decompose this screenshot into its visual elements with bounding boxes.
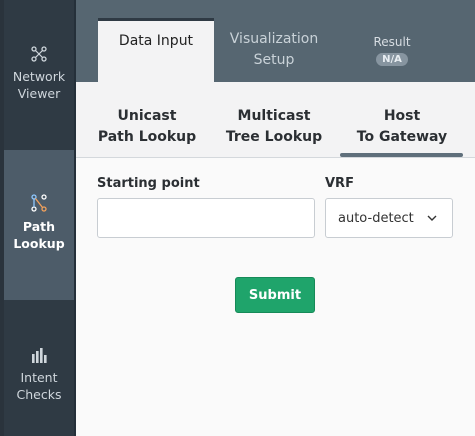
tab-data-input-label: Data Input — [118, 33, 194, 49]
bar-chart-icon — [32, 348, 47, 363]
nav-item-network-viewer[interactable]: Network Viewer — [4, 0, 74, 150]
lookup-type-tabs: Unicast Path Lookup Multicast Tree Looku… — [76, 82, 475, 158]
tab-visualization-setup[interactable]: Visualization Setup — [216, 18, 332, 82]
path-lookup-icon — [31, 194, 47, 212]
network-icon — [31, 46, 47, 62]
nav-label-network: Network — [12, 69, 66, 84]
nav-label-checks: Checks — [16, 387, 62, 402]
nav-label-viewer: Viewer — [17, 86, 61, 101]
tab-result-label: Result — [373, 35, 411, 49]
tab-visualization-label-1: Visualization — [229, 31, 319, 47]
starting-point-label: Starting point — [97, 176, 200, 191]
subtab-unicast-line2: Path Lookup — [97, 129, 197, 145]
nav-item-intent-checks[interactable]: Intent Checks — [4, 300, 74, 436]
vrf-label: VRF — [325, 176, 354, 191]
chevron-down-icon — [427, 215, 437, 221]
nav-label-intent: Intent — [20, 370, 58, 385]
tab-data-input[interactable]: Data Input — [98, 18, 214, 82]
subtab-multicast-line2: Tree Lookup — [225, 129, 323, 145]
host-to-gateway-form: Starting point VRF auto-detect Submit — [76, 158, 475, 436]
subtab-host-line2: To Gateway — [356, 129, 448, 145]
subtab-multicast-tree-lookup[interactable]: Multicast Tree Lookup — [211, 106, 337, 148]
nav-label-path: Path — [22, 219, 56, 234]
vrf-select[interactable]: auto-detect — [325, 198, 453, 238]
submit-button[interactable]: Submit — [235, 277, 315, 313]
result-status-badge: N/A — [376, 53, 408, 66]
tab-result[interactable]: Result N/A — [334, 18, 450, 82]
starting-point-input[interactable] — [97, 198, 315, 238]
active-subtab-indicator — [340, 153, 463, 157]
subtab-multicast-line1: Multicast — [237, 108, 311, 124]
vrf-selected-value: auto-detect — [338, 210, 414, 226]
tab-visualization-label-2: Setup — [253, 52, 295, 68]
subtab-unicast-path-lookup[interactable]: Unicast Path Lookup — [84, 106, 210, 148]
top-tab-bar: Data Input Visualization Setup Result N/… — [76, 0, 475, 82]
nav-item-path-lookup[interactable]: Path Lookup — [4, 150, 74, 300]
subtab-host-to-gateway[interactable]: Host To Gateway — [339, 106, 465, 148]
nav-label-lookup: Lookup — [13, 236, 65, 251]
subtab-unicast-line1: Unicast — [117, 108, 177, 124]
subtab-host-line1: Host — [383, 108, 421, 124]
